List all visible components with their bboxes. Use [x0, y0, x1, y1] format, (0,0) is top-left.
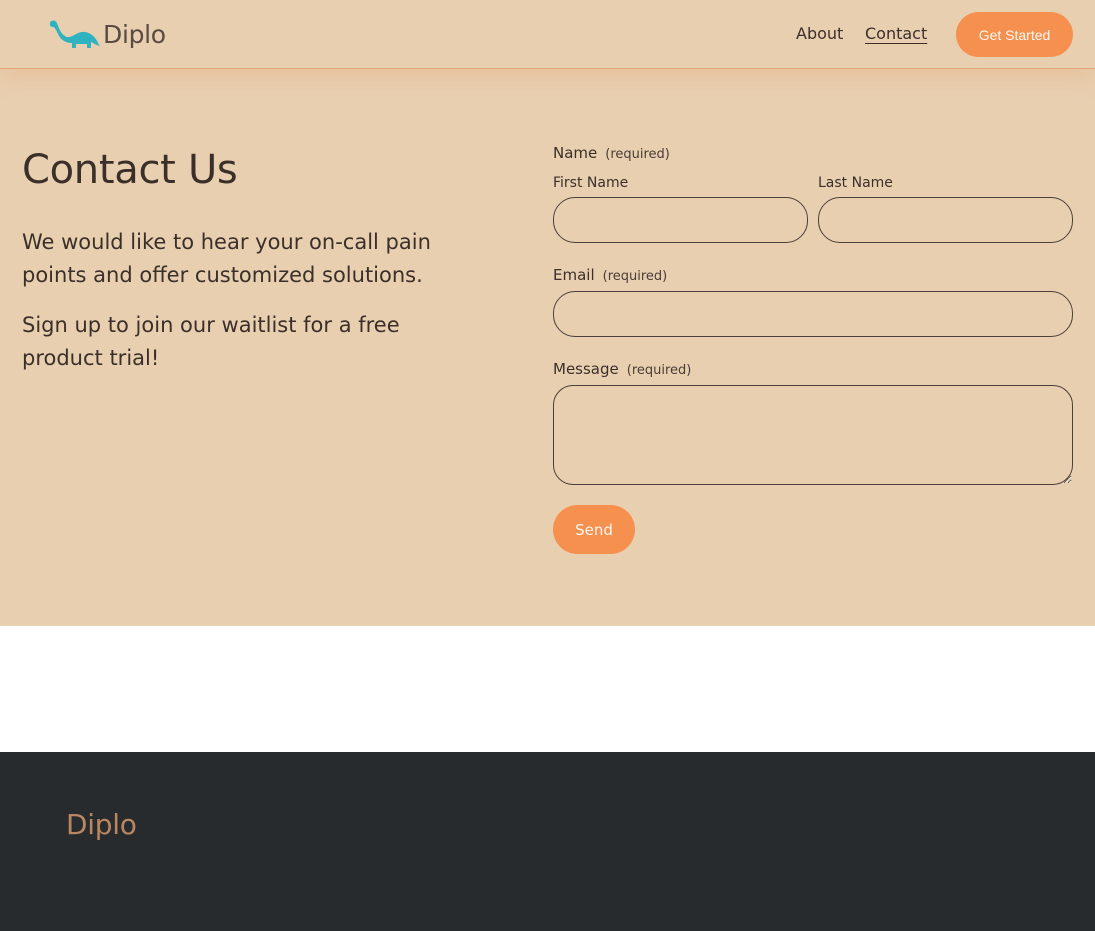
name-label: Name (required) [553, 144, 670, 162]
dinosaur-icon [49, 20, 100, 48]
message-textarea[interactable] [553, 385, 1073, 485]
first-name-input[interactable] [553, 197, 808, 243]
email-input[interactable] [553, 291, 1073, 337]
last-name-label: Last Name [818, 175, 893, 191]
nav-about-link[interactable]: About [796, 24, 843, 43]
name-label-text: Name [553, 144, 598, 162]
message-required-note: (required) [626, 363, 692, 378]
send-button[interactable]: Send [553, 505, 635, 554]
message-label-text: Message [553, 360, 619, 378]
first-name-label: First Name [553, 175, 629, 191]
name-required-note: (required) [605, 147, 670, 162]
brand-name: Diplo [103, 19, 166, 49]
page-title: Contact Us [22, 147, 238, 193]
last-name-input[interactable] [818, 197, 1073, 243]
footer-brand[interactable]: Diplo [66, 808, 137, 841]
waitlist-paragraph: Sign up to join our waitlist for a free … [22, 313, 400, 370]
contact-section: Contact Us We would like to hear your on… [0, 69, 1095, 626]
site-footer: Diplo [0, 752, 1095, 931]
email-label-text: Email [553, 266, 595, 284]
logo[interactable]: Diplo [47, 14, 166, 54]
email-required-note: (required) [602, 269, 668, 284]
site-header: Diplo About Contact Get Started [0, 0, 1095, 69]
get-started-button[interactable]: Get Started [956, 12, 1073, 57]
message-label: Message (required) [553, 360, 691, 378]
email-label: Email (required) [553, 266, 667, 284]
intro-paragraph: We would like to hear your on-call pain … [22, 230, 431, 287]
nav-contact-link[interactable]: Contact [865, 24, 927, 43]
